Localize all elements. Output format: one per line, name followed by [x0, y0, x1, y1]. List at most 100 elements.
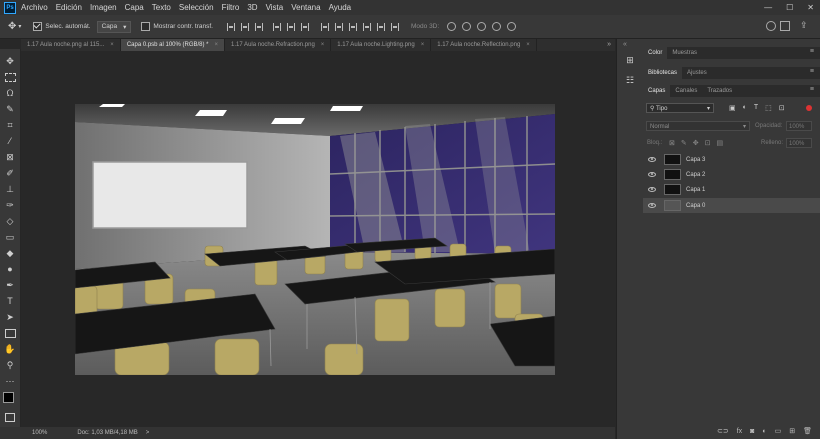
layer-filter-dropdown[interactable]: ⚲ Tipo ▾ [646, 103, 714, 113]
more-tools-icon[interactable]: ⋯ [3, 375, 17, 387]
distribute-left-icon[interactable] [363, 22, 371, 31]
stamp-tool-icon[interactable]: ⊥ [3, 183, 17, 195]
group-icon[interactable]: ▭ [775, 427, 782, 435]
link-icon[interactable]: ⊂⊃ [717, 427, 729, 435]
minimize-button[interactable]: — [764, 3, 772, 12]
move-tool-preset[interactable]: ✥ ▾ [8, 21, 21, 32]
fill-field[interactable]: 100% [786, 138, 812, 148]
zoom-level[interactable]: 100% [32, 430, 47, 436]
close-icon[interactable]: × [215, 39, 219, 51]
menu-capa[interactable]: Capa [125, 3, 144, 12]
panel-menu-icon[interactable]: ≡ [810, 48, 814, 55]
lock-transparency-icon[interactable]: ⊠ [669, 139, 675, 147]
lock-position-icon[interactable]: ✥ [693, 139, 699, 147]
tab-trazados[interactable]: Trazados [702, 85, 737, 97]
tab-aula-noche[interactable]: 1.17 Aula noche.png al 115... × [21, 39, 121, 51]
brush-tool-icon[interactable]: ✐ [3, 167, 17, 179]
tab-bibliotecas[interactable]: Bibliotecas [643, 67, 683, 79]
close-icon[interactable]: × [110, 39, 114, 51]
filter-pixel-icon[interactable]: ▣ [729, 104, 736, 112]
eraser-tool-icon[interactable]: ◇ [3, 215, 17, 227]
tab-reflection[interactable]: 1.17 Aula noche.Reflection.png × [431, 39, 537, 51]
show-transform-checkbox[interactable] [141, 22, 151, 31]
adjustment-icon[interactable]: ◐ [762, 428, 766, 435]
status-menu-arrow[interactable]: > [146, 430, 150, 436]
menu-seleccion[interactable]: Selección [179, 3, 214, 12]
tab-canales[interactable]: Canales [670, 85, 702, 97]
dodge-tool-icon[interactable]: ● [3, 263, 17, 275]
maximize-button[interactable]: ☐ [786, 3, 793, 12]
align-vcenter-icon[interactable] [241, 22, 249, 31]
history-panel-icon[interactable]: ⊞ [625, 55, 635, 65]
drag-3d-icon[interactable] [477, 22, 487, 31]
tab-muestras[interactable]: Muestras [667, 47, 702, 59]
workspace-icon[interactable] [780, 21, 790, 31]
auto-select-checkbox[interactable] [33, 22, 43, 31]
visibility-eye-icon[interactable] [648, 172, 656, 177]
auto-select-target-dropdown[interactable]: Capa ▾ [96, 20, 132, 33]
menu-vista[interactable]: Vista [266, 3, 284, 12]
quick-mask-icon[interactable] [3, 411, 17, 423]
panel-menu-icon[interactable]: ≡ [810, 68, 814, 75]
blend-mode-dropdown[interactable]: Normal ▾ [646, 121, 750, 131]
align-right-icon[interactable] [301, 22, 309, 31]
lock-artboard-icon[interactable]: ⊡ [705, 139, 711, 147]
close-icon[interactable]: × [526, 39, 530, 51]
filter-smart-icon[interactable]: ⊡ [779, 104, 785, 112]
tab-ajustes[interactable]: Ajustes [682, 67, 712, 79]
layer-row-capa-0[interactable]: Capa 0 [643, 198, 820, 213]
history-brush-tool-icon[interactable]: ✑ [3, 199, 17, 211]
distribute-top-icon[interactable] [321, 22, 329, 31]
panel-menu-icon[interactable]: ≡ [810, 86, 814, 93]
menu-texto[interactable]: Texto [152, 3, 171, 12]
filter-adjustment-icon[interactable]: ◐ [743, 104, 747, 112]
tab-lighting[interactable]: 1.17 Aula noche.Lighting.png × [331, 39, 432, 51]
menu-filtro[interactable]: Filtro [222, 3, 240, 12]
layer-row-capa-2[interactable]: Capa 2 [643, 167, 820, 182]
distribute-vcenter-icon[interactable] [335, 22, 343, 31]
properties-panel-icon[interactable]: ☷ [625, 75, 635, 85]
menu-ventana[interactable]: Ventana [291, 3, 320, 12]
orbit-3d-icon[interactable] [447, 22, 457, 31]
opacity-field[interactable]: 100% [786, 121, 812, 131]
layer-row-capa-1[interactable]: Capa 1 [643, 182, 820, 197]
blur-tool-icon[interactable]: ◆ [3, 247, 17, 259]
lock-all-icon[interactable]: ▤ [717, 139, 724, 147]
fx-icon[interactable]: fx [737, 428, 742, 435]
close-icon[interactable]: × [321, 39, 325, 51]
tabs-overflow-button[interactable]: » [607, 39, 611, 51]
scale-3d-icon[interactable] [507, 22, 517, 31]
foreground-color-swatch[interactable] [3, 392, 14, 403]
close-icon[interactable]: × [421, 39, 425, 51]
visibility-eye-icon[interactable] [648, 157, 656, 162]
show-transform-option[interactable]: Mostrar contr. transf. [141, 22, 213, 31]
zoom-tool-icon[interactable]: ⚲ [3, 359, 17, 371]
document-canvas-image[interactable] [75, 104, 555, 375]
menu-archivo[interactable]: Archivo [21, 3, 48, 12]
tab-refraction[interactable]: 1.17 Aula noche.Refraction.png × [225, 39, 332, 51]
share-icon[interactable]: ⇪ [800, 20, 812, 32]
distribute-bottom-icon[interactable] [349, 22, 357, 31]
path-select-tool-icon[interactable]: ➤ [3, 311, 17, 323]
search-icon[interactable] [766, 21, 776, 31]
menu-imagen[interactable]: Imagen [90, 3, 117, 12]
align-left-icon[interactable] [273, 22, 281, 31]
tab-capa0-psb[interactable]: Capa 0.psb al 100% (RGB/8) * × [120, 39, 226, 51]
quick-select-tool-icon[interactable]: ✎ [3, 103, 17, 115]
pen-tool-icon[interactable]: ✒ [3, 279, 17, 291]
mask-icon[interactable]: ◙ [750, 428, 754, 435]
trash-icon[interactable]: 🗑 [803, 427, 812, 435]
gradient-tool-icon[interactable]: ▭ [3, 231, 17, 243]
distribute-hcenter-icon[interactable] [377, 22, 385, 31]
tab-capas[interactable]: Capas [643, 85, 671, 97]
distribute-right-icon[interactable] [391, 22, 399, 31]
lock-pixels-icon[interactable]: ✎ [681, 139, 687, 147]
auto-select-option[interactable]: Selec. automát. [33, 22, 91, 31]
roll-3d-icon[interactable] [462, 22, 472, 31]
slide-3d-icon[interactable] [492, 22, 502, 31]
marquee-tool-icon[interactable] [3, 71, 17, 83]
align-hcenter-icon[interactable] [287, 22, 295, 31]
menu-3d[interactable]: 3D [247, 3, 257, 12]
move-tool-icon[interactable]: ✥ [3, 55, 17, 67]
filter-shape-icon[interactable]: ⬚ [765, 104, 772, 112]
